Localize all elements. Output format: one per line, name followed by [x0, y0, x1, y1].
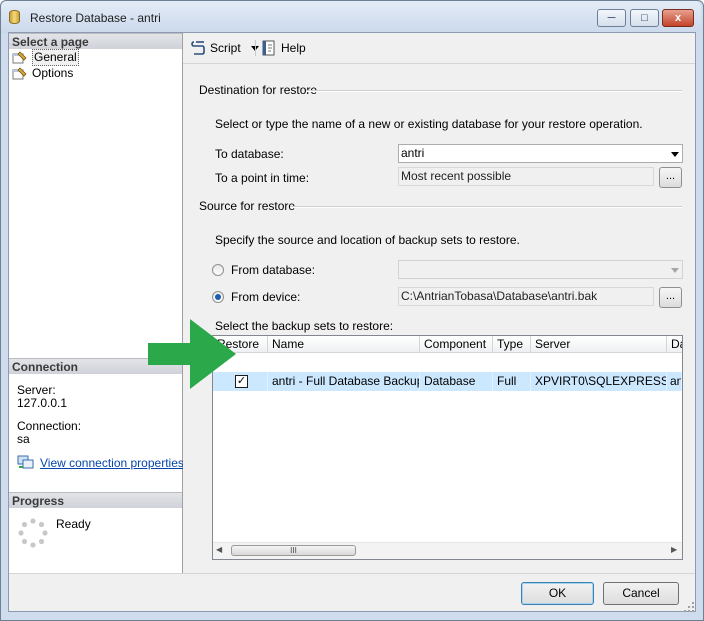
script-button[interactable]: Script: [191, 39, 259, 57]
page-item-label: Options: [32, 66, 74, 80]
progress-status: Ready: [56, 517, 91, 531]
page-wrench-icon: [12, 51, 27, 64]
resize-grip-icon[interactable]: [684, 601, 694, 612]
source-heading: Source for restore: [199, 199, 296, 213]
backup-sets-grid[interactable]: Restore Name Component Type Server Da ✓ …: [212, 335, 683, 560]
name-cell: antri - Full Database Backup: [268, 372, 420, 391]
server-value: 127.0.0.1: [17, 396, 68, 410]
horizontal-scrollbar[interactable]: ◀ III ▶: [213, 542, 682, 559]
chevron-down-icon: [671, 152, 679, 157]
ok-button[interactable]: OK: [521, 582, 594, 605]
page-item-label: General: [32, 49, 79, 66]
source-divider: [290, 206, 682, 208]
toolbar-separator: [255, 40, 256, 56]
scroll-thumb[interactable]: III: [231, 545, 356, 556]
minimize-button[interactable]: ─: [597, 9, 626, 27]
column-header-server[interactable]: Server: [531, 336, 667, 353]
scroll-right-icon[interactable]: ▶: [671, 545, 677, 554]
progress-spinner-icon: [17, 517, 49, 549]
to-database-label: To database:: [215, 147, 284, 161]
from-device-radio[interactable]: [212, 291, 224, 303]
component-cell: Database: [420, 372, 493, 391]
from-device-label[interactable]: From device:: [231, 290, 300, 304]
chevron-down-icon: [671, 268, 679, 273]
close-button[interactable]: x: [662, 9, 694, 27]
table-row[interactable]: ✓ antri - Full Database Backup Database …: [213, 354, 682, 391]
scroll-left-icon[interactable]: ◀: [216, 545, 222, 554]
window-title: Restore Database - antri: [30, 11, 161, 25]
view-connection-properties-link[interactable]: View connection properties: [40, 456, 184, 470]
from-database-label[interactable]: From database:: [231, 263, 315, 277]
bottom-divider: [9, 573, 695, 574]
destination-description: Select or type the name of a new or exis…: [215, 117, 643, 131]
destination-divider: [306, 90, 682, 92]
toolbar: [183, 33, 695, 64]
green-arrow-annotation: [148, 319, 238, 389]
progress-heading: Progress: [9, 492, 182, 508]
minimize-icon: ─: [607, 12, 616, 24]
page-wrench-icon: [12, 67, 27, 80]
backup-sets-label: Select the backup sets to restore:: [215, 319, 394, 333]
to-database-combo[interactable]: antri: [398, 144, 683, 163]
column-header-type[interactable]: Type: [493, 336, 531, 353]
date-cell: ant: [667, 372, 682, 391]
connection-properties-icon: [17, 455, 34, 470]
to-database-value: antri: [401, 146, 425, 160]
help-icon: [261, 40, 277, 56]
point-in-time-field: Most recent possible: [398, 167, 654, 186]
close-icon: x: [674, 12, 682, 24]
help-label: Help: [281, 41, 306, 55]
from-database-combo[interactable]: [398, 260, 683, 279]
connection-value: sa: [17, 432, 30, 446]
point-in-time-browse-button[interactable]: ...: [659, 167, 682, 188]
page-item-general[interactable]: General: [12, 49, 79, 66]
column-header-date[interactable]: Da: [667, 336, 682, 353]
page-item-options[interactable]: Options: [12, 66, 73, 81]
script-icon: [191, 40, 207, 56]
help-button[interactable]: Help: [261, 39, 306, 57]
database-icon: [9, 10, 20, 24]
select-page-heading: Select a page: [9, 33, 182, 49]
script-label: Script: [210, 41, 241, 55]
server-cell: XPVIRT0\SQLEXPRESS: [531, 372, 667, 391]
cancel-button[interactable]: Cancel: [603, 582, 679, 605]
column-header-component[interactable]: Component: [420, 336, 493, 353]
maximize-button[interactable]: □: [630, 9, 659, 27]
type-cell: Full: [493, 372, 531, 391]
maximize-icon: □: [641, 12, 648, 24]
destination-heading: Destination for restore: [199, 83, 318, 97]
from-device-browse-button[interactable]: ...: [659, 287, 682, 308]
column-header-name[interactable]: Name: [268, 336, 420, 353]
point-in-time-label: To a point in time:: [215, 171, 310, 185]
from-device-path-field: C:\AntrianTobasa\Database\antri.bak: [398, 287, 654, 306]
source-description: Specify the source and location of backu…: [215, 233, 520, 247]
from-database-radio[interactable]: [212, 264, 224, 276]
